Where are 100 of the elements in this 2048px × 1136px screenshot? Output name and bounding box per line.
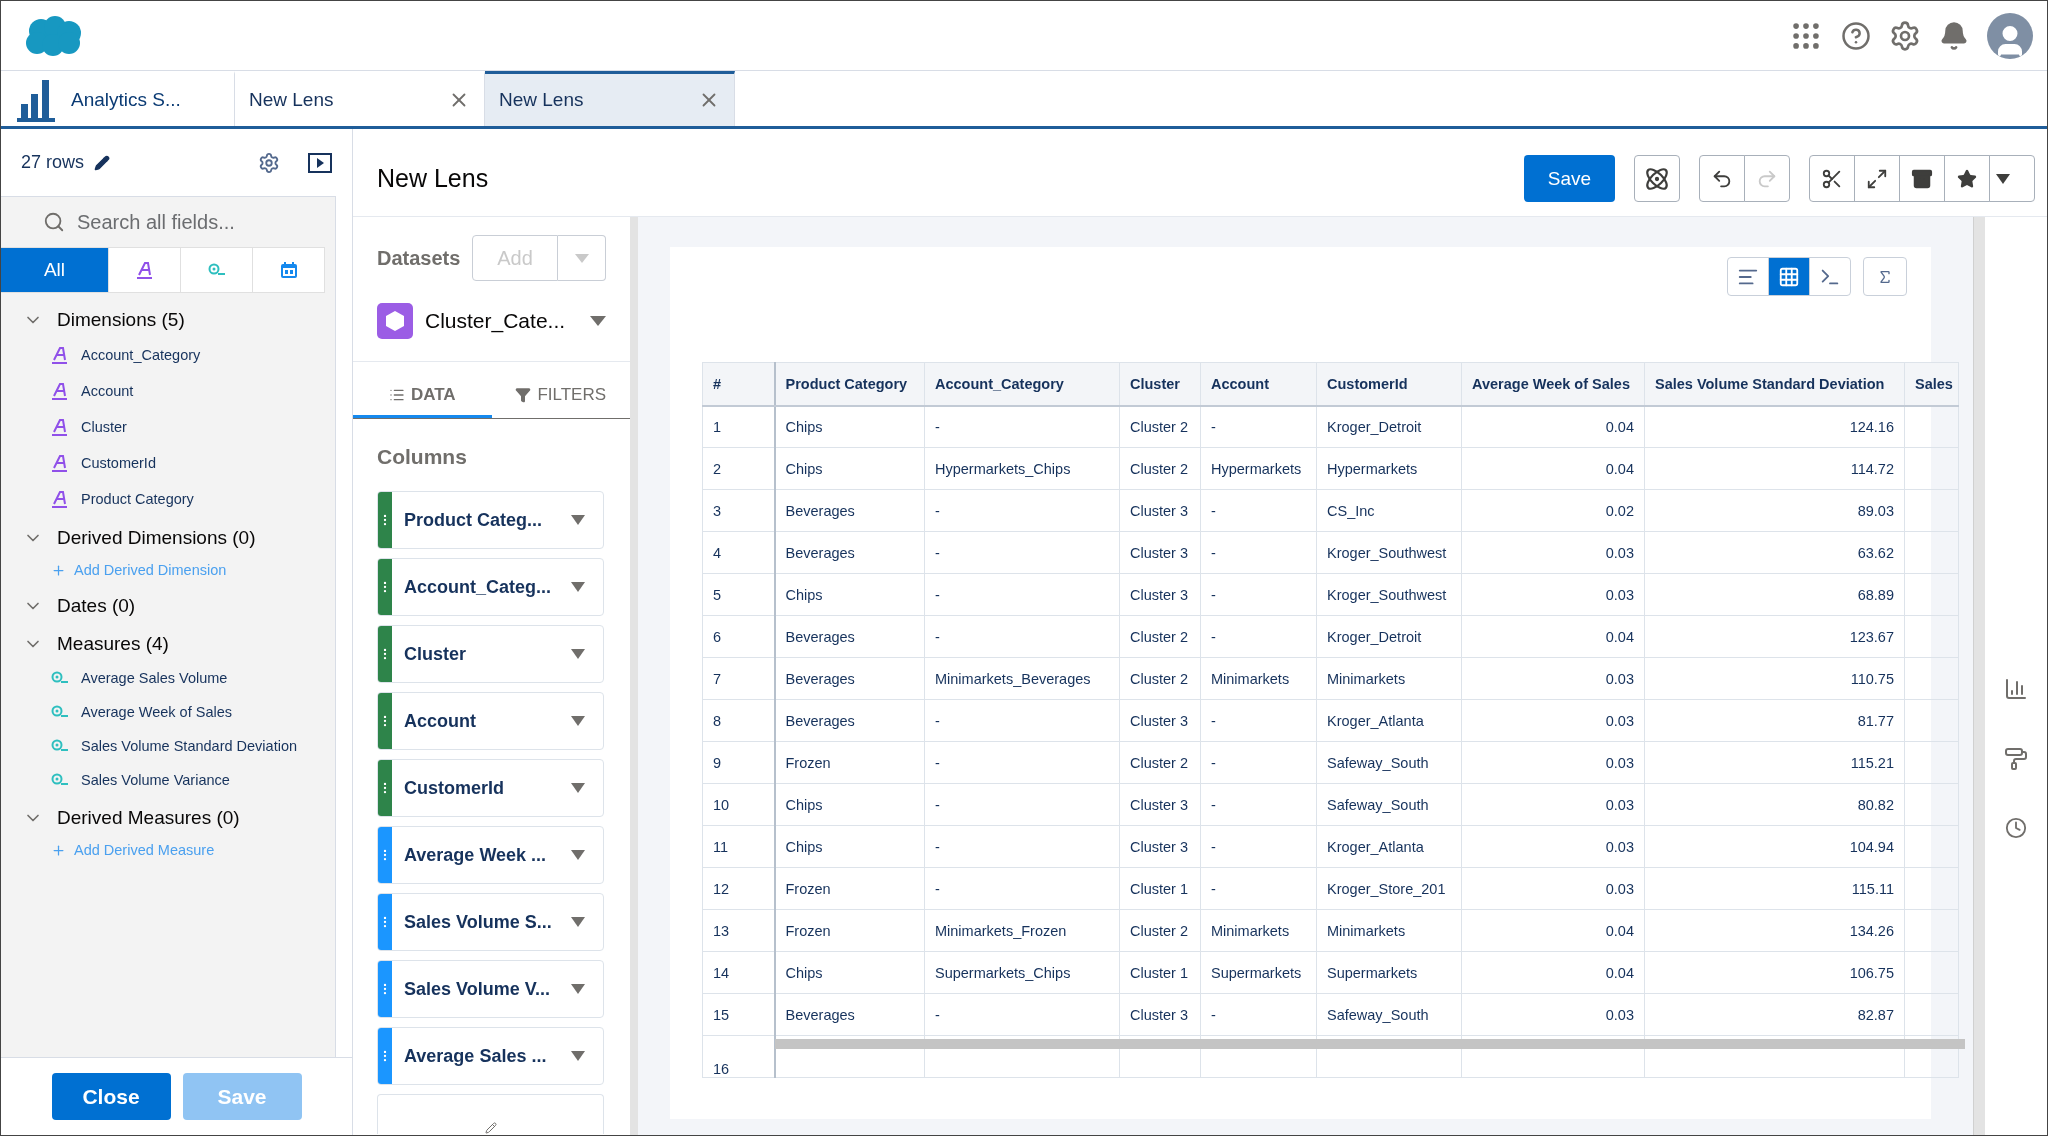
table-cell: Kroger_Detroit	[1316, 615, 1462, 658]
column-header[interactable]: Average Week of Sales	[1461, 362, 1645, 406]
table-cell: -	[1200, 993, 1317, 1036]
table-cell: 0.03	[1461, 741, 1645, 784]
column-pill[interactable]: Cluster	[377, 625, 604, 683]
drag-handle[interactable]	[378, 492, 392, 548]
paint-roller-icon[interactable]	[2004, 747, 2028, 771]
field-item[interactable]: CustomerId	[81, 455, 156, 471]
column-pill[interactable]: Product Categ...	[377, 491, 604, 549]
drag-handle[interactable]	[378, 693, 392, 749]
settings-icon[interactable]	[258, 151, 280, 174]
field-item[interactable]: Cluster	[81, 419, 127, 435]
table-cell: 68.89	[1644, 573, 1905, 616]
table-cell: -	[924, 741, 1120, 784]
footer-button[interactable]: Close	[51, 1073, 171, 1120]
table-cell: -	[1200, 867, 1317, 910]
drag-handle[interactable]	[378, 559, 392, 615]
sigma-button[interactable]	[1863, 257, 1907, 296]
archive-button[interactable]	[1899, 155, 1945, 202]
drag-handle[interactable]	[378, 626, 392, 682]
column-header[interactable]: Sales	[1904, 362, 1959, 406]
view-mode-button[interactable]	[1809, 257, 1851, 296]
field-item[interactable]: Sales Volume Standard Deviation	[81, 738, 298, 754]
table-cell: Supermarkets	[1316, 951, 1462, 994]
expand-button[interactable]	[1854, 155, 1900, 202]
column-header[interactable]: Sales Volume Standard Deviation	[1644, 362, 1905, 406]
table-cell: 0.04	[1461, 615, 1645, 658]
table-cell: Beverages	[774, 699, 925, 742]
table-cell: 0.03	[1461, 657, 1645, 700]
pencil-icon[interactable]	[94, 154, 111, 171]
type-filter-tab[interactable]: All	[1, 247, 109, 293]
atom-icon	[1644, 165, 1670, 192]
dataset-picker[interactable]: Cluster_Cate...	[425, 309, 578, 333]
column-pill[interactable]: Account_Categ...	[377, 558, 604, 616]
column-pill[interactable]: Average Sales ...	[377, 1027, 604, 1085]
atom-button[interactable]	[1634, 155, 1680, 202]
table-cell: 63.62	[1644, 531, 1905, 574]
notifications-icon[interactable]	[1939, 20, 1969, 51]
settings-icon[interactable]	[1889, 19, 1921, 52]
star-button[interactable]	[1944, 155, 1990, 202]
section-title[interactable]: Dates (0)	[57, 595, 136, 617]
table-cell: Minimarkets	[1316, 657, 1462, 700]
drag-handle[interactable]	[378, 1028, 392, 1084]
table-cell: Beverages	[774, 531, 925, 574]
drag-handle[interactable]	[378, 894, 392, 950]
save-button[interactable]: Save	[1524, 155, 1615, 202]
search-field[interactable]: Search all fields...	[75, 209, 315, 235]
drag-handle[interactable]	[378, 760, 392, 816]
table-cell: 10	[702, 783, 775, 826]
section-title[interactable]: Derived Measures (0)	[57, 807, 240, 829]
table-cell: Kroger_Southwest	[1316, 573, 1462, 616]
column-header[interactable]: CustomerId	[1316, 362, 1462, 406]
field-item[interactable]: Average Week of Sales	[81, 704, 232, 720]
table-cell: 80.82	[1644, 783, 1905, 826]
drag-handle[interactable]	[378, 961, 392, 1017]
table-cell: Minimarkets	[1200, 657, 1317, 700]
column-pill[interactable]: Average Week ...	[377, 826, 604, 884]
vertical-scrollbar[interactable]	[1973, 217, 1985, 1135]
section-title[interactable]: Dimensions (5)	[57, 309, 185, 331]
table-cell: Cluster 3	[1119, 489, 1201, 532]
user-avatar[interactable]	[1987, 12, 2033, 59]
field-item[interactable]: Account	[81, 383, 134, 399]
table-cell: 13	[702, 909, 775, 952]
column-pill[interactable]: Sales Volume V...	[377, 960, 604, 1018]
bar-chart-icon[interactable]	[2004, 677, 2028, 701]
type-filter-tab[interactable]	[109, 247, 181, 293]
caret-icon[interactable]	[590, 316, 606, 326]
column-pill[interactable]: Sales Volume S...	[377, 893, 604, 951]
bar-chart-icon	[15, 78, 57, 122]
caret-icon	[571, 984, 585, 994]
undo-button[interactable]	[1699, 155, 1745, 202]
clock-icon[interactable]	[2005, 817, 2027, 839]
tab[interactable]: New Lens	[485, 71, 735, 126]
scissors-button[interactable]	[1809, 155, 1855, 202]
column-pill[interactable]: CustomerId	[377, 759, 604, 817]
menu-button[interactable]	[1989, 155, 2035, 202]
table-cell: Supermarkets_Chips	[924, 951, 1120, 994]
lens-title: New Lens	[377, 164, 490, 193]
table-cell: Minimarkets_Frozen	[924, 909, 1120, 952]
section-title[interactable]: Derived Dimensions (0)	[57, 527, 256, 549]
column-header[interactable]: Account	[1200, 362, 1317, 406]
horizontal-scrollbar[interactable]	[775, 1039, 1965, 1049]
field-item[interactable]: Sales Volume Variance	[81, 772, 230, 788]
play-icon[interactable]	[308, 152, 332, 173]
field-item[interactable]: Average Sales Volume	[81, 670, 228, 686]
column-pill[interactable]: Account	[377, 692, 604, 750]
table-cell: 8	[702, 699, 775, 742]
view-mode-button[interactable]	[1727, 257, 1769, 296]
field-item[interactable]: Product Category	[81, 491, 194, 507]
field-item[interactable]: Account_Category	[81, 347, 201, 363]
type-filter-tab[interactable]	[253, 247, 325, 293]
help-icon[interactable]	[1841, 20, 1871, 51]
column-header[interactable]: Product Category	[774, 362, 925, 406]
drag-handle[interactable]	[378, 827, 392, 883]
column-header[interactable]: Cluster	[1119, 362, 1201, 406]
column-header[interactable]: #	[702, 362, 775, 406]
section-title[interactable]: Measures (4)	[57, 633, 169, 655]
view-mode-button[interactable]	[1768, 257, 1810, 296]
table-cell: Chips	[774, 951, 925, 994]
column-header[interactable]: Account_Category	[924, 362, 1120, 406]
